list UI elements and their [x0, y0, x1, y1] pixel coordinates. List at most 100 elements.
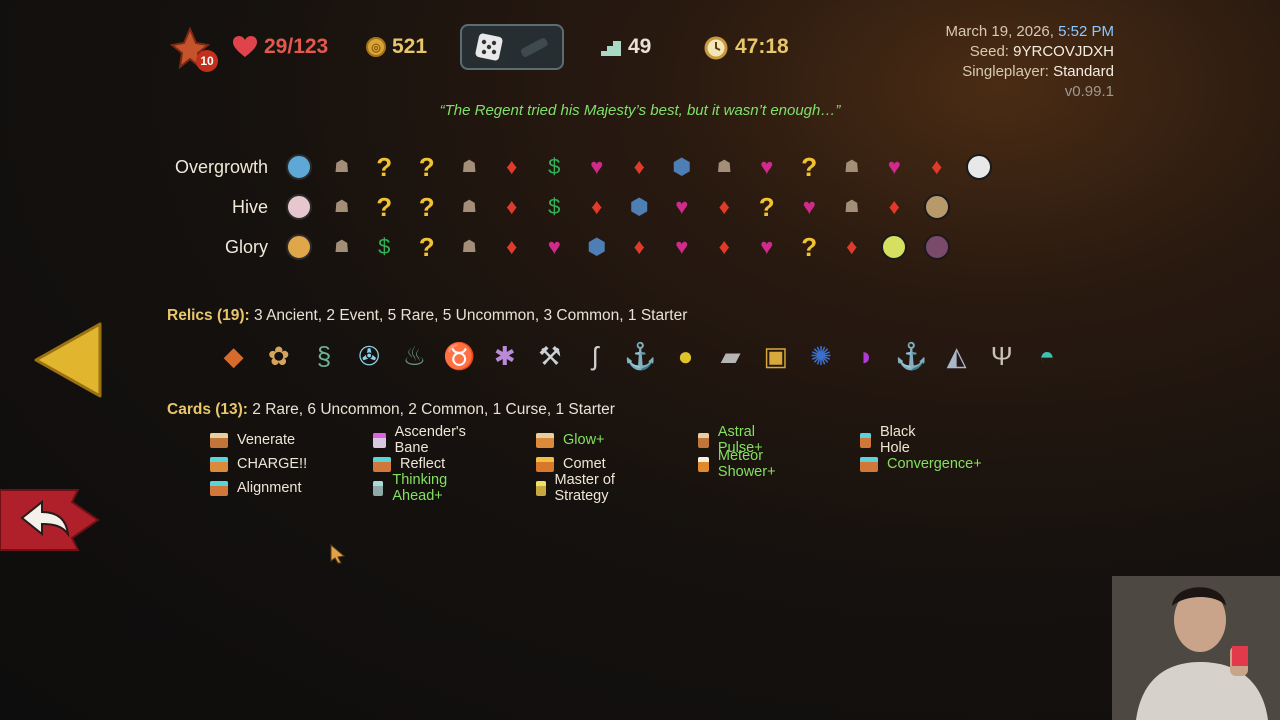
rest-node-icon[interactable]: ♥	[661, 229, 704, 265]
unknown-node-icon[interactable]: ?	[406, 229, 449, 265]
unknown-node-icon[interactable]: ?	[363, 149, 406, 185]
card-entry[interactable]: Alignment	[210, 476, 301, 500]
run-date: March 19, 2026, 5:52 PM	[945, 23, 1114, 40]
run-mode: Singleplayer: Standard	[962, 63, 1114, 80]
voodoo-doll-icon[interactable]: ✱	[482, 335, 527, 377]
card-entry[interactable]: Thinking Ahead+	[373, 472, 455, 504]
ancient-node-icon[interactable]	[278, 149, 321, 185]
card-entry[interactable]: Ascender's Bane	[373, 424, 471, 456]
rest-node-icon[interactable]: ♥	[788, 189, 831, 225]
cleaver-icon[interactable]: ▰	[708, 335, 753, 377]
monster-node-icon[interactable]: ☗	[448, 189, 491, 225]
monster-node-icon[interactable]: ☗	[448, 149, 491, 185]
card-entry[interactable]: Convergence+	[860, 452, 982, 476]
rest-node-icon[interactable]: ♥	[576, 149, 619, 185]
shop-node-icon[interactable]: $	[363, 229, 406, 265]
mango-icon[interactable]: ●	[663, 335, 708, 377]
elite-node-icon[interactable]: ♦	[491, 229, 534, 265]
candelabra-icon[interactable]: Ψ	[979, 335, 1024, 377]
rest-node-icon[interactable]: ♥	[533, 229, 576, 265]
floor-value: 49	[628, 35, 652, 58]
tools-box[interactable]	[460, 24, 564, 70]
card-entry[interactable]: Meteor Shower+	[698, 448, 783, 480]
boss-node-icon[interactable]	[916, 229, 959, 265]
card-entry[interactable]: Glow+	[536, 428, 605, 452]
elite-node-icon[interactable]: ♦	[491, 149, 534, 185]
card-entry[interactable]: Black Hole	[860, 424, 922, 456]
elite-node-icon[interactable]: ♦	[873, 189, 916, 225]
act-row-hive: Hive ☗?? ☗ ♦ $ ♦ ⬢ ♥ ♦? ♥ ☗ ♦	[160, 187, 958, 227]
elite-node-icon[interactable]: ♦	[916, 149, 959, 185]
unknown-node-icon[interactable]: ?	[406, 189, 449, 225]
treasure-node-icon[interactable]: ⬢	[618, 189, 661, 225]
whip-icon[interactable]: ʃ	[573, 335, 618, 377]
rest-node-icon[interactable]: ♥	[746, 229, 789, 265]
shop-node-icon[interactable]: $	[533, 189, 576, 225]
timer-value: 47:18	[735, 35, 789, 58]
monster-node-icon[interactable]: ☗	[321, 229, 364, 265]
relics-header: Relics (19): 3 Ancient, 2 Event, 5 Rare,…	[167, 307, 687, 325]
crystal-rock-icon[interactable]: ◆	[211, 335, 256, 377]
elite-node-icon[interactable]: ♦	[491, 189, 534, 225]
elite-node-icon[interactable]: ♦	[703, 229, 746, 265]
ancient-node-icon[interactable]	[278, 189, 321, 225]
card-entry[interactable]: CHARGE!!	[210, 452, 307, 476]
pen-icon[interactable]	[517, 35, 551, 59]
treasure-node-icon[interactable]: ⬢	[576, 229, 619, 265]
fan-icon[interactable]: ◗	[844, 335, 889, 377]
monster-node-icon[interactable]: ☗	[703, 149, 746, 185]
wheel-icon[interactable]: ✇	[347, 335, 392, 377]
crystal-cluster-icon[interactable]: ✺	[798, 335, 843, 377]
ancient-node-icon[interactable]	[278, 229, 321, 265]
boss-node-icon[interactable]	[873, 229, 916, 265]
unknown-node-icon[interactable]: ?	[746, 189, 789, 225]
monster-node-icon[interactable]: ☗	[831, 149, 874, 185]
back-arrow-icon[interactable]	[0, 488, 100, 552]
previous-run-button[interactable]	[34, 322, 104, 398]
back-button[interactable]	[0, 488, 100, 552]
coin-icon[interactable]: ▣	[753, 335, 798, 377]
boss-node-icon[interactable]	[916, 189, 959, 225]
monster-node-icon[interactable]: ☗	[831, 189, 874, 225]
left-arrow-icon[interactable]	[34, 322, 104, 398]
shop-node-icon[interactable]: $	[533, 149, 576, 185]
card-entry[interactable]: Master of Strategy	[536, 472, 617, 504]
elite-node-icon[interactable]: ♦	[576, 189, 619, 225]
unknown-node-icon[interactable]: ?	[788, 229, 831, 265]
bowl-icon[interactable]: ◓	[1024, 335, 1069, 377]
teapot-icon[interactable]: ♨	[392, 335, 437, 377]
rest-node-icon[interactable]: ♥	[746, 149, 789, 185]
unknown-node-icon[interactable]: ?	[406, 149, 449, 185]
rest-node-icon[interactable]: ♥	[873, 149, 916, 185]
boss-node-icon[interactable]	[958, 149, 1001, 185]
horned-skull-icon[interactable]: ♉	[437, 335, 482, 377]
mouse-cursor	[330, 543, 346, 569]
card-type-icon	[536, 432, 554, 448]
elite-node-icon[interactable]: ♦	[831, 229, 874, 265]
monster-node-icon[interactable]: ☗	[321, 149, 364, 185]
card-type-icon	[210, 480, 228, 496]
monster-node-icon[interactable]: ☗	[321, 189, 364, 225]
act-name: Glory	[224, 236, 268, 257]
cape-icon[interactable]: ◭	[934, 335, 979, 377]
treasure-node-icon[interactable]: ⬢	[661, 149, 704, 185]
gold-value: 521	[392, 35, 428, 58]
monster-node-icon[interactable]: ☗	[448, 229, 491, 265]
elite-node-icon[interactable]: ♦	[703, 189, 746, 225]
anchor-blue-icon[interactable]: ⚓	[889, 335, 934, 377]
card-name: Venerate	[237, 432, 296, 448]
act-name: Hive	[231, 196, 268, 217]
card-entry[interactable]: Venerate	[210, 428, 295, 452]
dice-icon[interactable]	[473, 31, 505, 63]
run-seed: Seed: 9YRCOVJDXH	[969, 43, 1114, 60]
shovel-icon[interactable]: ⚒	[527, 335, 572, 377]
lotus-icon[interactable]: ✿	[256, 335, 301, 377]
anchor-icon[interactable]: ⚓	[618, 335, 663, 377]
serpent-icon[interactable]: §	[301, 335, 346, 377]
rest-node-icon[interactable]: ♥	[661, 189, 704, 225]
ascension-indicator: 10	[170, 24, 228, 72]
unknown-node-icon[interactable]: ?	[788, 149, 831, 185]
unknown-node-icon[interactable]: ?	[363, 189, 406, 225]
elite-node-icon[interactable]: ♦	[618, 149, 661, 185]
elite-node-icon[interactable]: ♦	[618, 229, 661, 265]
